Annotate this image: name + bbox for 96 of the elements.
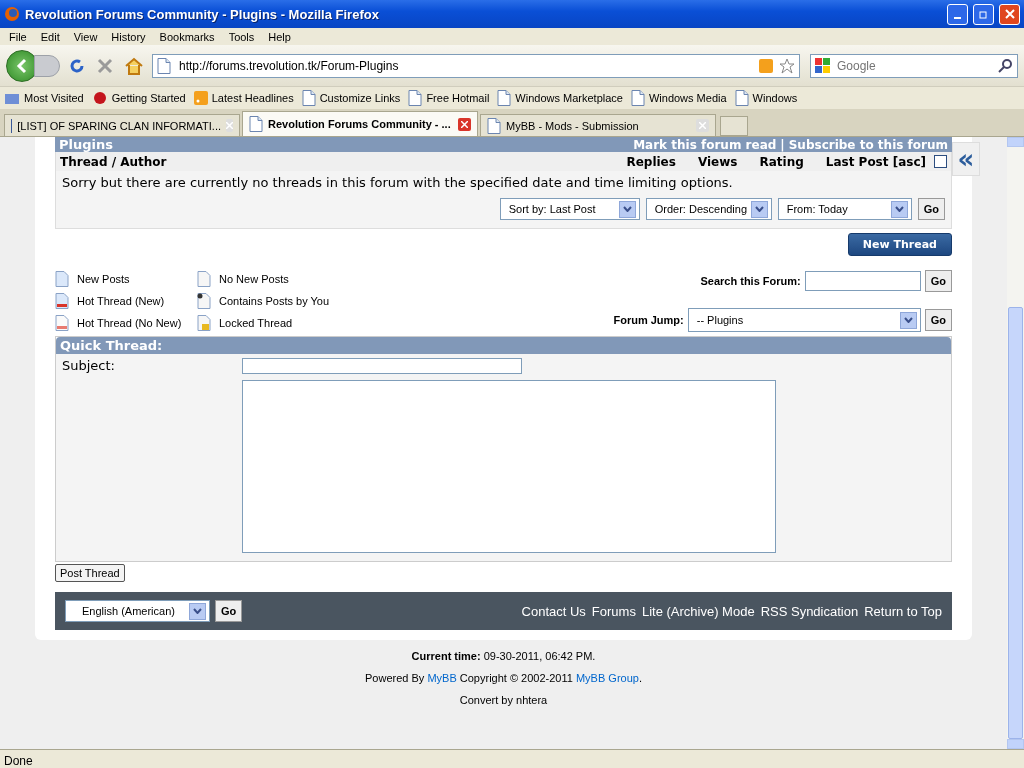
quick-thread-title: Quick Thread: [56, 337, 951, 354]
credit-text: Convert by nhtera [459, 694, 548, 706]
page-icon [301, 90, 316, 106]
browser-tab[interactable]: MyBB - Mods - Submission [480, 114, 716, 136]
footer-link[interactable]: Contact Us [521, 603, 586, 619]
address-bar[interactable]: http://forums.trevolution.tk/Forum-Plugins [152, 53, 800, 78]
no-new-posts-icon [197, 271, 211, 287]
restore-button[interactable] [973, 3, 994, 25]
page-icon [497, 90, 512, 106]
browser-tab[interactable]: [LIST] OF SPARING CLAN INFORMATI... [4, 114, 240, 136]
search-box[interactable]: Google [810, 53, 1018, 78]
go-button[interactable]: Go [924, 309, 952, 331]
page-icon [734, 90, 749, 106]
bookmark-item[interactable]: Customize Links [301, 90, 401, 106]
column-header[interactable]: Views [697, 154, 738, 169]
forum-jump-label: Forum Jump: [613, 314, 684, 326]
window-title: Revolution Forums Community - Plugins - Mozilla Firefox [25, 6, 380, 22]
new-posts-icon [55, 271, 69, 287]
filter-select[interactable]: From: Today [777, 198, 912, 220]
close-tab-icon[interactable] [458, 117, 471, 131]
bookmark-item[interactable]: Windows [734, 90, 798, 106]
scrollbar[interactable] [1007, 137, 1024, 749]
go-button[interactable]: Go [917, 198, 945, 220]
select-all-checkbox[interactable] [934, 155, 947, 168]
page-icon [249, 116, 263, 132]
forum-title: Plugins [59, 137, 113, 152]
page-icon [408, 90, 423, 106]
google-icon [815, 57, 831, 74]
new-thread-button[interactable]: New Thread [847, 233, 952, 256]
menu-item[interactable]: Help [261, 30, 298, 43]
bookmark-item[interactable]: Free Hotmail [408, 90, 490, 106]
lock-icon [197, 315, 211, 331]
legend-label: Hot Thread (No New) [77, 317, 182, 329]
status-text: Done [4, 753, 33, 768]
browser-tab[interactable]: Revolution Forums Community - ... [242, 111, 478, 136]
bookmark-item[interactable]: Getting Started [91, 91, 186, 105]
bookmark-item[interactable]: Most Visited [4, 91, 84, 105]
collapse-button[interactable]: « [952, 142, 980, 176]
language-select[interactable]: English (American) [65, 600, 210, 622]
footer-link[interactable]: Return to Top [864, 603, 942, 619]
column-header[interactable]: Thread / Author [60, 154, 605, 169]
own-posts-icon [197, 293, 211, 309]
star-icon [779, 57, 795, 74]
go-button[interactable]: Go [215, 600, 243, 622]
filter-select[interactable]: Sort by: Last Post [499, 198, 640, 220]
menu-item[interactable]: Edit [33, 30, 67, 43]
minimize-button[interactable] [947, 3, 968, 25]
footer-link[interactable]: Lite (Archive) Mode [641, 603, 755, 619]
search-icon[interactable] [997, 57, 1013, 74]
menu-item[interactable]: Bookmarks [152, 30, 222, 43]
close-icon [1004, 9, 1015, 19]
close-button[interactable] [999, 3, 1020, 25]
legend-label: Contains Posts by You [219, 295, 330, 307]
feed-icon [759, 58, 773, 73]
page-icon [630, 90, 645, 106]
forward-button[interactable] [34, 54, 60, 77]
feed-icon [193, 91, 208, 105]
footer-link[interactable]: RSS Syndication [760, 603, 859, 619]
menu-item[interactable]: View [66, 30, 105, 43]
search-forum-label: Search this Forum: [700, 275, 801, 287]
column-header[interactable]: Replies [626, 154, 676, 169]
bookmark-item[interactable]: Latest Headlines [193, 91, 294, 105]
page-icon [157, 57, 171, 74]
mybb-link[interactable]: MyBB [427, 672, 457, 684]
filter-select[interactable]: Order: Descending [645, 198, 772, 220]
copyright-text: Powered By MyBB Copyright © 2002-2011 MyBB Group. [365, 672, 642, 684]
hot-thread-icon [55, 293, 69, 309]
hot-thread-icon [55, 315, 69, 331]
legend-label: New Posts [77, 273, 130, 285]
forum-search-input[interactable] [804, 271, 921, 291]
page-icon [487, 117, 501, 134]
empty-message: Sorry but there are currently no threads in this forum with the specified date and time limiting options. [61, 174, 734, 192]
go-button[interactable]: Go [924, 270, 952, 292]
menu-item[interactable]: Tools [221, 30, 262, 43]
menu-item[interactable]: History [104, 30, 153, 43]
folder-icon [4, 91, 20, 105]
column-header[interactable]: Rating [759, 154, 804, 169]
minimize-icon [954, 16, 961, 19]
footer-link[interactable]: Forums [591, 603, 636, 619]
legend-label: Locked Thread [219, 317, 293, 329]
restore-icon [978, 9, 989, 19]
post-thread-button[interactable]: Post Thread [55, 564, 125, 582]
menu-item[interactable]: File [2, 30, 34, 43]
bookmark-item[interactable]: Windows Media [630, 90, 727, 106]
subject-input[interactable] [242, 358, 522, 374]
legend-label: No New Posts [219, 273, 289, 285]
separator: | [780, 137, 785, 152]
column-header[interactable]: Last Post [asc] [825, 154, 926, 169]
legend-label: Hot Thread (New) [77, 295, 165, 307]
firefox-icon [4, 6, 20, 22]
subject-label: Subject: [62, 358, 116, 374]
bookmark-item[interactable]: Windows Marketplace [497, 90, 623, 106]
current-time: Current time: 09-30-2011, 06:42 PM. [411, 650, 596, 662]
new-tab-button[interactable] [720, 116, 748, 136]
forum-jump-select[interactable]: -- Plugins [687, 308, 921, 332]
mybb-group-link[interactable]: MyBB Group [575, 672, 639, 684]
